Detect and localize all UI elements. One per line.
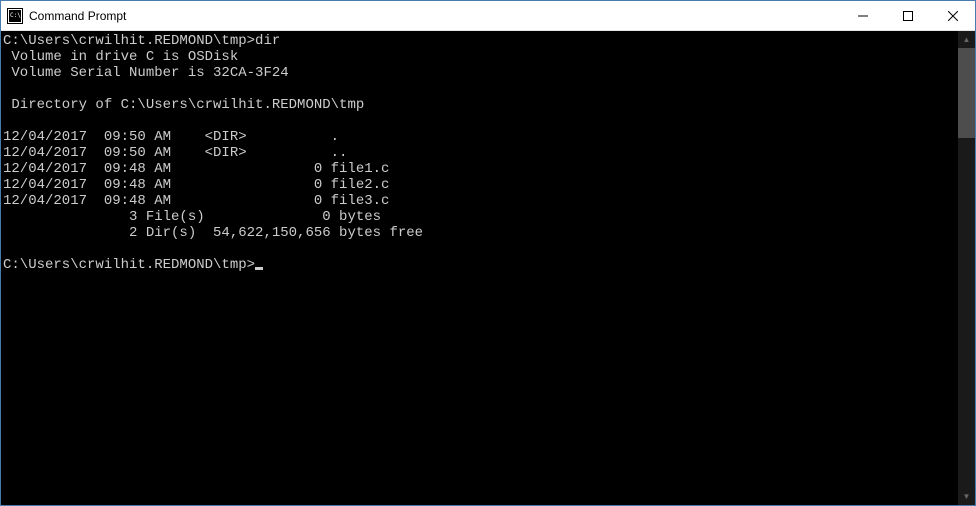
command-prompt-icon: C:\ <box>7 8 23 24</box>
command-prompt-window: C:\ Command Prompt C:\Users\crwilhit.RED… <box>0 0 976 506</box>
vertical-scrollbar[interactable]: ▲ ▼ <box>958 31 975 505</box>
output-line: Volume in drive C is OSDisk <box>3 49 238 65</box>
output-line: 12/04/2017 09:48 AM 0 file1.c <box>3 161 389 177</box>
prompt: C:\Users\crwilhit.REDMOND\tmp> <box>3 33 255 49</box>
terminal-output[interactable]: C:\Users\crwilhit.REDMOND\tmp>dir Volume… <box>1 31 958 505</box>
prompt: C:\Users\crwilhit.REDMOND\tmp> <box>3 257 255 273</box>
scroll-down-arrow[interactable]: ▼ <box>958 488 975 505</box>
output-line: Directory of C:\Users\crwilhit.REDMOND\t… <box>3 97 364 113</box>
scroll-thumb[interactable] <box>958 48 975 138</box>
output-line: 3 File(s) 0 bytes <box>3 209 381 225</box>
output-line: 12/04/2017 09:48 AM 0 file2.c <box>3 177 389 193</box>
minimize-button[interactable] <box>840 1 885 30</box>
titlebar[interactable]: C:\ Command Prompt <box>1 1 975 31</box>
output-line: Volume Serial Number is 32CA-3F24 <box>3 65 289 81</box>
close-button[interactable] <box>930 1 975 30</box>
cursor <box>255 267 263 270</box>
svg-text:C:\: C:\ <box>10 12 21 19</box>
output-line: 2 Dir(s) 54,622,150,656 bytes free <box>3 225 423 241</box>
window-controls <box>840 1 975 30</box>
command: dir <box>255 33 280 49</box>
scroll-up-arrow[interactable]: ▲ <box>958 31 975 48</box>
output-line: 12/04/2017 09:50 AM <DIR> . <box>3 129 339 145</box>
window-title: Command Prompt <box>29 9 840 23</box>
maximize-button[interactable] <box>885 1 930 30</box>
terminal-area: C:\Users\crwilhit.REDMOND\tmp>dir Volume… <box>1 31 975 505</box>
output-line: 12/04/2017 09:50 AM <DIR> .. <box>3 145 347 161</box>
output-line: 12/04/2017 09:48 AM 0 file3.c <box>3 193 389 209</box>
